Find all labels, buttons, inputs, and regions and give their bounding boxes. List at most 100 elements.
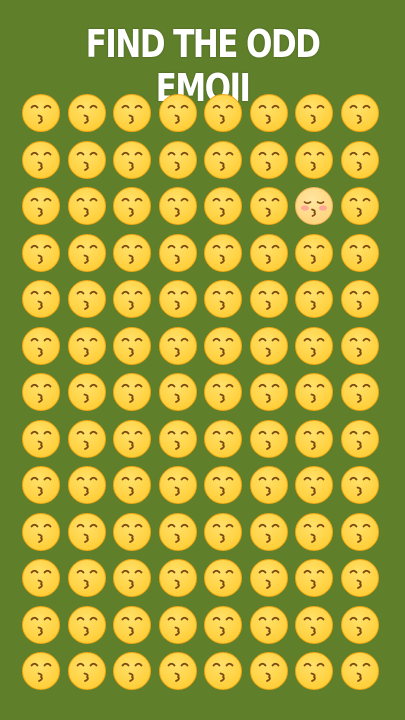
kissing-face-emoji-icon[interactable] [67,605,107,645]
kissing-face-emoji-icon[interactable] [294,512,334,552]
kissing-face-emoji-icon[interactable] [112,651,152,691]
kissing-face-emoji-icon[interactable] [294,93,334,133]
kissing-face-emoji-icon[interactable] [158,233,198,273]
kissing-face-emoji-icon[interactable] [294,465,334,505]
kissing-face-emoji-icon[interactable] [203,512,243,552]
kissing-face-emoji-icon[interactable] [21,372,61,412]
kissing-face-emoji-icon[interactable] [203,372,243,412]
kissing-face-emoji-icon[interactable] [340,372,380,412]
kissing-face-emoji-icon[interactable] [67,326,107,366]
kissing-face-emoji-icon[interactable] [294,558,334,598]
kissing-face-emoji-icon[interactable] [112,512,152,552]
kissing-face-emoji-icon[interactable] [112,93,152,133]
kissing-face-emoji-icon[interactable] [21,233,61,273]
kissing-face-emoji-icon[interactable] [203,651,243,691]
kissing-face-emoji-icon[interactable] [203,279,243,319]
kissing-face-emoji-icon[interactable] [294,419,334,459]
kissing-face-emoji-icon[interactable] [294,372,334,412]
kissing-face-emoji-icon[interactable] [249,93,289,133]
kissing-face-emoji-icon[interactable] [158,372,198,412]
kissing-face-emoji-icon[interactable] [340,651,380,691]
kissing-face-emoji-icon[interactable] [158,140,198,180]
kissing-face-emoji-icon[interactable] [112,605,152,645]
kissing-face-emoji-icon[interactable] [21,605,61,645]
kissing-face-emoji-icon[interactable] [203,419,243,459]
kissing-face-emoji-icon[interactable] [21,558,61,598]
kissing-face-emoji-icon[interactable] [249,558,289,598]
kissing-face-emoji-icon[interactable] [294,605,334,645]
kissing-face-emoji-icon[interactable] [249,279,289,319]
kissing-face-emoji-icon[interactable] [340,186,380,226]
kissing-face-emoji-icon[interactable] [203,605,243,645]
kissing-face-emoji-icon[interactable] [21,465,61,505]
kissing-face-emoji-icon[interactable] [294,279,334,319]
kissing-face-emoji-icon[interactable] [158,419,198,459]
kissing-face-emoji-icon[interactable] [67,93,107,133]
kissing-face-emoji-icon[interactable] [249,233,289,273]
kissing-face-emoji-icon[interactable] [67,186,107,226]
kissing-face-emoji-icon[interactable] [67,512,107,552]
kissing-face-emoji-icon[interactable] [112,140,152,180]
kissing-face-emoji-icon[interactable] [112,233,152,273]
kissing-face-emoji-icon[interactable] [294,140,334,180]
kissing-face-emoji-icon[interactable] [249,140,289,180]
kissing-face-emoji-icon[interactable] [67,419,107,459]
kissing-face-emoji-icon[interactable] [203,465,243,505]
kissing-face-emoji-icon[interactable] [112,558,152,598]
kissing-face-emoji-icon[interactable] [294,651,334,691]
kissing-face-emoji-icon[interactable] [67,558,107,598]
kissing-face-emoji-icon[interactable] [249,326,289,366]
kissing-face-emoji-icon[interactable] [112,186,152,226]
kissing-face-emoji-icon[interactable] [340,93,380,133]
kissing-face-emoji-icon[interactable] [158,326,198,366]
kissing-face-emoji-icon[interactable] [67,279,107,319]
kissing-face-emoji-icon[interactable] [340,465,380,505]
kissing-face-emoji-icon[interactable] [158,558,198,598]
kissing-face-emoji-icon[interactable] [249,465,289,505]
kissing-face-emoji-icon[interactable] [249,512,289,552]
kissing-face-emoji-icon[interactable] [67,372,107,412]
kissing-face-emoji-icon[interactable] [203,233,243,273]
kissing-face-emoji-icon[interactable] [340,140,380,180]
kissing-face-emoji-icon[interactable] [21,512,61,552]
kissing-face-emoji-icon[interactable] [249,372,289,412]
kissing-face-emoji-icon[interactable] [294,233,334,273]
kissing-face-emoji-icon[interactable] [340,279,380,319]
kissing-face-emoji-icon[interactable] [21,651,61,691]
kissing-face-emoji-icon[interactable] [340,326,380,366]
kissing-face-emoji-icon[interactable] [294,326,334,366]
kissing-face-emoji-icon[interactable] [112,465,152,505]
odd-emoji-icon[interactable] [294,186,334,226]
kissing-face-emoji-icon[interactable] [158,651,198,691]
kissing-face-emoji-icon[interactable] [158,279,198,319]
kissing-face-emoji-icon[interactable] [203,326,243,366]
kissing-face-emoji-icon[interactable] [21,326,61,366]
kissing-face-emoji-icon[interactable] [340,233,380,273]
kissing-face-emoji-icon[interactable] [203,186,243,226]
kissing-face-emoji-icon[interactable] [249,419,289,459]
kissing-face-emoji-icon[interactable] [249,605,289,645]
kissing-face-emoji-icon[interactable] [158,93,198,133]
kissing-face-emoji-icon[interactable] [340,605,380,645]
kissing-face-emoji-icon[interactable] [112,419,152,459]
kissing-face-emoji-icon[interactable] [340,419,380,459]
kissing-face-emoji-icon[interactable] [158,186,198,226]
kissing-face-emoji-icon[interactable] [67,233,107,273]
kissing-face-emoji-icon[interactable] [67,465,107,505]
kissing-face-emoji-icon[interactable] [112,279,152,319]
kissing-face-emoji-icon[interactable] [112,326,152,366]
kissing-face-emoji-icon[interactable] [158,512,198,552]
kissing-face-emoji-icon[interactable] [21,186,61,226]
kissing-face-emoji-icon[interactable] [67,651,107,691]
kissing-face-emoji-icon[interactable] [203,93,243,133]
kissing-face-emoji-icon[interactable] [112,372,152,412]
kissing-face-emoji-icon[interactable] [340,512,380,552]
kissing-face-emoji-icon[interactable] [203,558,243,598]
kissing-face-emoji-icon[interactable] [21,93,61,133]
kissing-face-emoji-icon[interactable] [340,558,380,598]
kissing-face-emoji-icon[interactable] [158,465,198,505]
kissing-face-emoji-icon[interactable] [21,419,61,459]
kissing-face-emoji-icon[interactable] [67,140,107,180]
kissing-face-emoji-icon[interactable] [249,651,289,691]
kissing-face-emoji-icon[interactable] [203,140,243,180]
